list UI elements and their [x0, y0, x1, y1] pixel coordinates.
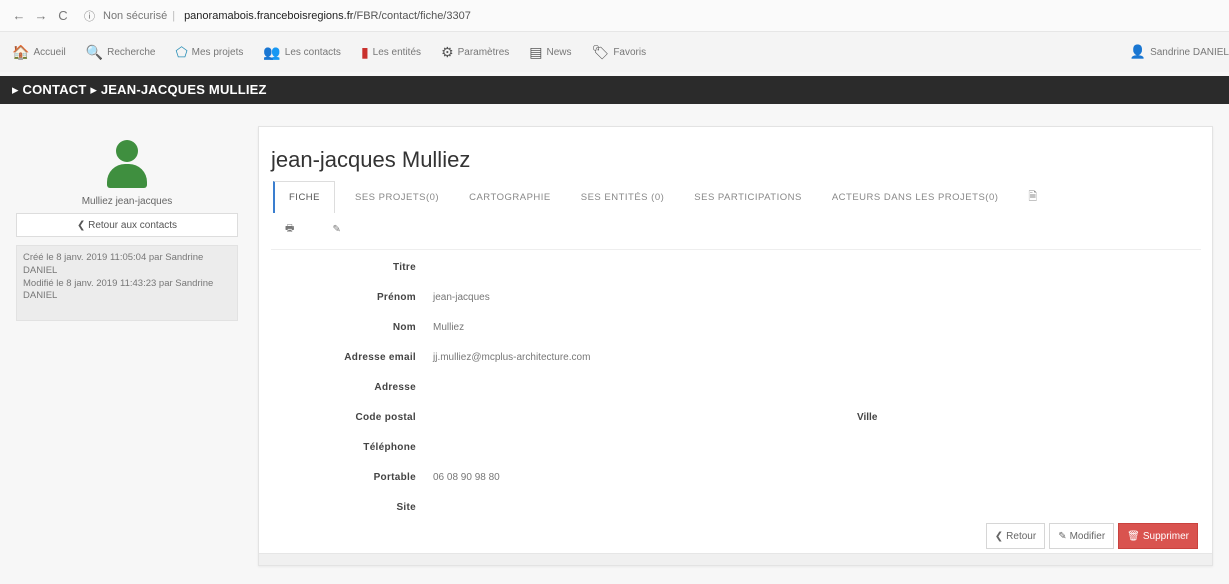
- entities-icon: ▮: [360, 43, 369, 60]
- menu-item-parametres[interactable]: ⚙ Paramètres: [441, 44, 509, 61]
- edit-button[interactable]: ✎ Modifier: [1049, 523, 1115, 549]
- back-label: Retour: [1006, 530, 1037, 542]
- field-row-email: Adresse email jj.mulliez@mcplus-architec…: [271, 344, 1201, 374]
- search-icon: 🔍: [85, 43, 104, 60]
- tab-acteurs[interactable]: ACTEURS DANS LES PROJETS(0): [822, 181, 1009, 213]
- tab-participations[interactable]: SES PARTICIPATIONS: [684, 181, 812, 213]
- url-separator: |: [172, 9, 176, 22]
- field-label: Titre: [393, 262, 416, 273]
- delete-label: Supprimer: [1142, 530, 1189, 542]
- reload-icon[interactable]: C: [54, 8, 72, 23]
- field-row-adresse: Adresse: [271, 374, 1201, 404]
- contacts-icon: 👥: [263, 43, 281, 60]
- browser-bar: ← → C ⓘ Non sécurisé | panoramabois.fran…: [0, 0, 1229, 32]
- menu-item-news[interactable]: ▤ News: [529, 44, 571, 61]
- field-label: Téléphone: [363, 442, 416, 453]
- menu-item-recherche[interactable]: 🔍 Recherche: [86, 44, 156, 61]
- field-row-titre: Titre: [271, 254, 1201, 284]
- menu-label: Mes projets: [191, 46, 244, 58]
- modified-info: Modifié le 8 janv. 2019 11:43:23 par San…: [23, 277, 214, 302]
- field-row-site: Site: [271, 494, 1201, 524]
- card-footer: [259, 553, 1212, 565]
- edit-label: Modifier: [1069, 530, 1106, 542]
- url-path: /FBR/contact/fiche/3307: [353, 9, 471, 22]
- home-icon: 🏠: [12, 43, 30, 60]
- chevron-left-icon: ❮: [994, 530, 1004, 542]
- tag-icon[interactable]: ✎: [332, 224, 340, 235]
- projects-icon: ⬠: [175, 43, 188, 60]
- edit-icon: ✎: [1058, 530, 1067, 542]
- user-menu[interactable]: 👤 Sandrine DANIEL: [1130, 32, 1229, 72]
- tab-entites[interactable]: SES ENTITÉS (0): [571, 181, 675, 213]
- contact-name: Mulliez jean-jacques: [81, 196, 173, 207]
- back-to-contacts-button[interactable]: ❮ Retour aux contacts: [16, 213, 238, 237]
- menu-label: Favoris: [613, 46, 647, 58]
- info-icon[interactable]: ⓘ: [84, 8, 95, 24]
- field-value: Mulliez: [433, 322, 465, 333]
- field-label-ville: Ville: [857, 412, 878, 423]
- field-row-nom: Nom Mulliez: [271, 314, 1201, 344]
- field-row-telephone: Téléphone: [271, 434, 1201, 464]
- menu-item-favoris[interactable]: 🏷 Favoris: [592, 44, 647, 61]
- contact-card: jean-jacques Mulliez FICHE SES PROJETS(0…: [258, 126, 1213, 566]
- forward-arrow-icon[interactable]: →: [32, 8, 50, 23]
- field-row-portable: Portable 06 08 90 98 80: [271, 464, 1201, 494]
- back-button[interactable]: ❮ Retour: [985, 523, 1046, 549]
- menu-label: Paramètres: [457, 46, 510, 58]
- menu-item-entites[interactable]: ▮ Les entités: [361, 44, 421, 61]
- insecure-label: Non sécurisé: [103, 9, 168, 22]
- document-icon[interactable]: 🗎: [1018, 181, 1047, 213]
- field-row-code-postal: Code postal Ville: [271, 404, 1201, 434]
- tab-fiche[interactable]: FICHE: [273, 181, 335, 213]
- field-label: Adresse email: [344, 352, 416, 363]
- menu-label: Les contacts: [284, 46, 341, 58]
- menu-label: Recherche: [107, 46, 156, 58]
- field-label: Prénom: [376, 292, 416, 303]
- back-arrow-icon[interactable]: ←: [10, 8, 28, 23]
- audit-info: Créé le 8 janv. 2019 11:05:04 par Sandri…: [16, 245, 238, 321]
- tab-cartographie[interactable]: CARTOGRAPHIE: [459, 181, 561, 213]
- created-info: Créé le 8 janv. 2019 11:05:04 par Sandri…: [23, 252, 204, 276]
- field-label: Adresse: [374, 382, 416, 393]
- user-icon: 👤: [1129, 44, 1147, 59]
- field-label: Code postal: [355, 412, 416, 423]
- left-panel: Mulliez jean-jacques ❮ Retour aux contac…: [16, 140, 238, 321]
- delete-button[interactable]: 🗑 Supprimer: [1118, 523, 1198, 549]
- field-label: Nom: [392, 322, 416, 333]
- tab-projets[interactable]: SES PROJETS(0): [345, 181, 449, 213]
- field-value: jj.mulliez@mcplus-architecture.com: [433, 352, 591, 363]
- field-value: jean-jacques: [433, 292, 490, 303]
- url-host: panoramabois.franceboisregions.fr: [184, 9, 354, 22]
- address-bar[interactable]: panoramabois.franceboisregions.fr/FBR/co…: [184, 10, 471, 22]
- menu-item-accueil[interactable]: 🏠 Accueil: [12, 44, 66, 61]
- contact-fields: Titre Prénom jean-jacques Nom Mulliez Ad…: [271, 249, 1201, 551]
- page-title: jean-jacques Mulliez: [271, 147, 471, 172]
- print-icon[interactable]: 🖶: [285, 221, 294, 238]
- menu-label: Accueil: [33, 46, 66, 58]
- tab-row-secondary: 🖶 ✎: [285, 221, 379, 238]
- field-label: Site: [396, 502, 416, 513]
- menu-item-contacts[interactable]: 👥 Les contacts: [263, 44, 341, 61]
- trash-icon: 🗑: [1127, 530, 1140, 542]
- menu-label: News: [546, 46, 572, 58]
- settings-icon: ⚙: [441, 43, 454, 60]
- tab-bar: FICHE SES PROJETS(0) CARTOGRAPHIE SES EN…: [273, 181, 1058, 213]
- field-label: Portable: [373, 472, 416, 483]
- news-icon: ▤: [529, 43, 543, 60]
- user-name: Sandrine DANIEL: [1150, 46, 1229, 58]
- breadcrumb: ▸ CONTACT ▸ JEAN-JACQUES MULLIEZ: [0, 76, 1229, 104]
- top-menu: 🏠 Accueil 🔍 Recherche ⬠ Mes projets 👥 Les co…: [0, 32, 1229, 72]
- field-row-prenom: Prénom jean-jacques: [271, 284, 1201, 314]
- avatar-user-icon: [107, 140, 147, 188]
- action-buttons: ❮ Retour ✎ Modifier 🗑 Supprimer: [982, 523, 1198, 549]
- menu-label: Les entités: [372, 46, 422, 58]
- field-value: 06 08 90 98 80: [433, 472, 500, 483]
- menu-item-projets[interactable]: ⬠ Mes projets: [175, 44, 243, 61]
- favorites-icon: 🏷: [591, 43, 610, 60]
